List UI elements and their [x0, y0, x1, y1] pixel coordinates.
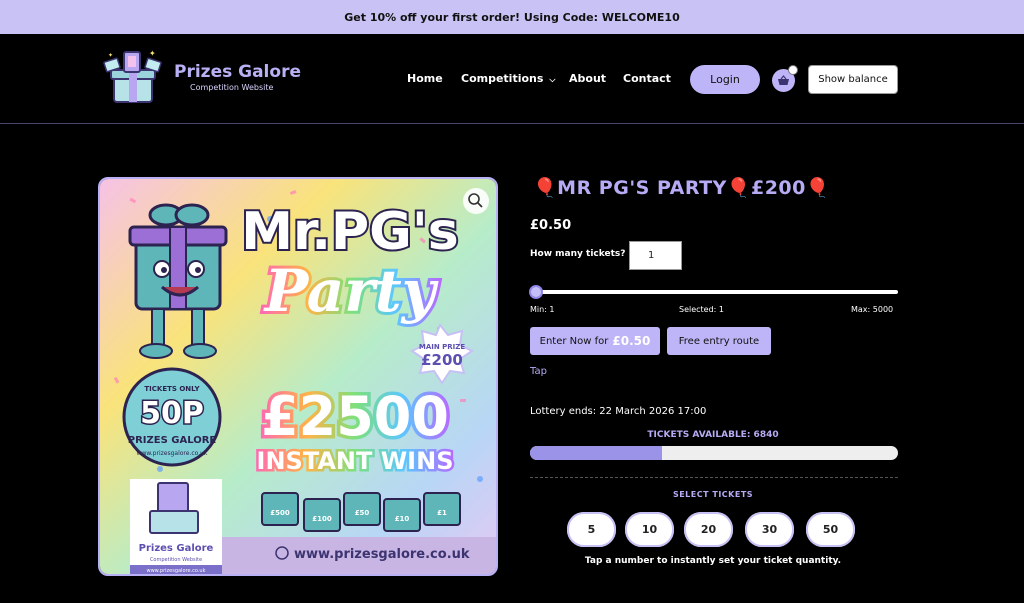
slider-min-label: Min: 1 — [530, 305, 555, 314]
tickets-progress-fill — [530, 446, 663, 460]
gift-label: £1 — [437, 509, 447, 517]
nav-contact[interactable]: Contact — [623, 72, 671, 85]
nav-home[interactable]: Home — [407, 72, 443, 85]
select-tickets-hint: Tap a number to instantly set your ticke… — [584, 556, 842, 566]
tap-link[interactable]: Tap — [530, 366, 547, 377]
tickets-progress-bar — [530, 446, 898, 460]
lottery-end-date: Lottery ends: 22 March 2026 17:00 — [530, 406, 707, 417]
ticket-price-badge: 50P — [140, 396, 204, 431]
section-divider — [530, 477, 898, 478]
nav-competitions[interactable]: Competitions ⌵ — [461, 72, 556, 85]
show-balance-button[interactable]: Show balance — [808, 65, 898, 94]
ticket-slider-thumb[interactable] — [529, 285, 543, 299]
site-header: ✦ ✦ Prizes Galore Competition Website Ho… — [0, 34, 1024, 124]
nav-competitions-label: Competitions — [461, 72, 544, 85]
enter-now-price: £0.50 — [612, 334, 651, 348]
brand-tagline: Competition Website — [190, 83, 274, 92]
product-title: 🎈MR PG'S PARTY🎈£200🎈 — [533, 177, 831, 199]
preset-50-button[interactable]: 50 — [806, 512, 855, 547]
preset-10-button[interactable]: 10 — [625, 512, 674, 547]
nav-about[interactable]: About — [569, 72, 606, 85]
chevron-down-icon: ⌵ — [549, 75, 556, 84]
product-price: £0.50 — [530, 218, 572, 233]
zoom-button[interactable] — [463, 188, 489, 214]
free-entry-button[interactable]: Free entry route — [667, 327, 771, 355]
cart-count-badge — [788, 65, 798, 75]
main-prize-label: MAIN PRIZE — [419, 343, 465, 351]
hero-logo-name: Prizes Galore — [139, 543, 214, 554]
hero-logo-sub: Competition Website — [150, 557, 202, 563]
hero-amount-sub: INSTANT WINS — [257, 447, 454, 475]
enter-now-button[interactable]: Enter Now for £0.50 — [530, 327, 660, 355]
ticket-slider-track[interactable] — [532, 290, 898, 294]
gift-label: £500 — [270, 509, 290, 517]
gift-label: £50 — [355, 509, 370, 517]
tickets-available-label: TICKETS AVAILABLE: 6840 — [647, 430, 779, 440]
promo-text: Get 10% off your first order! Using Code… — [344, 10, 680, 24]
select-tickets-title: SELECT TICKETS — [672, 490, 754, 499]
main-prize-value: £200 — [421, 351, 463, 369]
svg-text:✦: ✦ — [108, 52, 113, 59]
slider-max-label: Max: 5000 — [851, 305, 894, 314]
login-button[interactable]: Login — [690, 65, 760, 94]
badge-url: www.prizesgalore.co.uk — [137, 450, 208, 457]
basket-icon — [778, 75, 789, 85]
preset-30-button[interactable]: 30 — [745, 512, 794, 547]
hero-logo-url: www.prizesgalore.co.uk — [147, 568, 206, 574]
preset-20-button[interactable]: 20 — [684, 512, 733, 547]
hero-amount: £2500 — [261, 385, 449, 448]
promo-banner: Get 10% off your first order! Using Code… — [0, 0, 1024, 34]
hero-footer-url: www.prizesgalore.co.uk — [294, 547, 470, 562]
gift-label: £100 — [312, 515, 332, 523]
quantity-input[interactable]: 1 — [629, 241, 682, 270]
slider-selected-label: Selected: 1 — [679, 305, 725, 314]
logo-icon[interactable]: ✦ ✦ — [102, 48, 164, 110]
preset-5-button[interactable]: 5 — [567, 512, 616, 547]
badge-brand: PRIZES GALORE — [128, 435, 217, 446]
tickets-only-label: TICKETS ONLY — [144, 385, 200, 393]
svg-text:✦: ✦ — [149, 49, 156, 58]
product-image[interactable]: Mr.PG's Party MAIN PRIZE £200 £2500 INST… — [98, 177, 498, 576]
gift-label: £10 — [395, 515, 410, 523]
hero-title-line1: Mr.PG's — [241, 202, 458, 262]
brand-name[interactable]: Prizes Galore — [174, 62, 301, 82]
hero-title-line2: Party — [263, 257, 440, 325]
enter-now-label: Enter Now for — [539, 335, 609, 347]
quantity-label: How many tickets? — [530, 249, 626, 259]
